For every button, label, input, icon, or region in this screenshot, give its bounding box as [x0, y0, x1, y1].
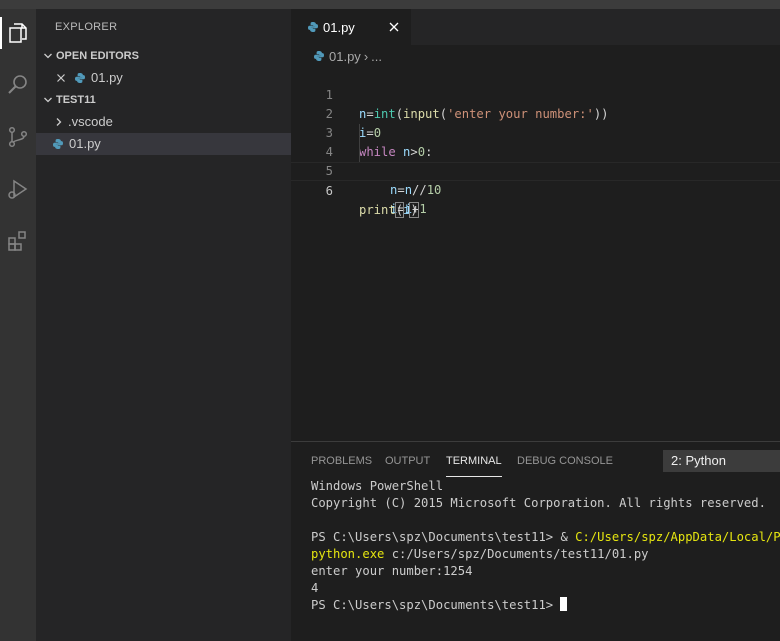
explorer-sidebar: EXPLORER OPEN EDITORS 01.py TEST11 .vsco…	[36, 9, 291, 641]
folder-header[interactable]: TEST11	[36, 89, 291, 111]
line-number: 6	[325, 184, 333, 198]
python-file-icon	[72, 70, 88, 86]
breadcrumb: 01.py › ...	[291, 45, 780, 67]
code-line[interactable]: 1 n=int(input('enter your number:'))	[291, 67, 780, 121]
indent-guide	[359, 124, 360, 143]
panel-tab-bar: PROBLEMS OUTPUT TERMINAL DEBUG CONSOLE 2…	[291, 442, 780, 477]
code-line[interactable]: 3 while n>0:	[291, 105, 780, 159]
vscode-window: EXPLORER OPEN EDITORS 01.py TEST11 .vsco…	[0, 0, 780, 641]
editor-tab-bar: 01.py	[291, 9, 780, 45]
code-line[interactable]: 5 i=i+1	[291, 143, 780, 216]
terminal-line: enter your number:1254	[311, 564, 473, 578]
tab-problems[interactable]: PROBLEMS	[311, 442, 372, 477]
title-bar	[0, 0, 780, 9]
code-text: n=n//10	[390, 183, 442, 197]
breadcrumb-file[interactable]: 01.py	[329, 49, 361, 64]
editor-area: 01.py 01.py › ... 1 n=int(input('enter y…	[291, 9, 780, 441]
folder-item-label: .vscode	[68, 114, 113, 129]
terminal-line: 4	[311, 581, 319, 595]
terminal-output[interactable]: Windows PowerShell Copyright (C) 2015 Mi…	[311, 478, 780, 614]
search-icon[interactable]	[0, 67, 36, 103]
open-editor-item[interactable]: 01.py	[36, 67, 291, 89]
code-line[interactable]: 2 i=0	[291, 86, 780, 140]
terminal-line: PS C:\Users\spz\Documents\test11> & C:/U…	[311, 529, 780, 546]
tab-01py[interactable]: 01.py	[291, 9, 411, 45]
tab-label: 01.py	[323, 19, 355, 35]
tab-terminal[interactable]: TERMINAL	[446, 442, 502, 477]
terminal-prompt: PS C:\Users\spz\Documents\test11> &	[311, 530, 576, 544]
run-debug-icon[interactable]	[0, 171, 36, 207]
terminal-line: Copyright (C) 2015 Microsoft Corporation…	[311, 496, 766, 510]
open-editors-label: OPEN EDITORS	[56, 50, 139, 62]
tab-output[interactable]: OUTPUT	[385, 442, 430, 477]
activity-bar	[0, 9, 36, 641]
chevron-down-icon	[40, 51, 56, 61]
python-file-icon	[50, 136, 66, 152]
terminal-command-args: c:/Users/spz/Documents/test11/01.py	[384, 547, 649, 561]
indent-guide	[359, 143, 360, 162]
folder-label: TEST11	[56, 94, 96, 106]
open-editors-header[interactable]: OPEN EDITORS	[36, 45, 291, 67]
folder-item-vscode[interactable]: .vscode	[36, 111, 291, 133]
chevron-right-icon	[54, 117, 64, 127]
terminal-select[interactable]: 2: Python	[663, 450, 780, 472]
explorer-title: EXPLORER	[55, 21, 118, 33]
open-editor-filename: 01.py	[91, 70, 123, 85]
close-icon[interactable]	[56, 73, 66, 83]
bottom-panel: PROBLEMS OUTPUT TERMINAL DEBUG CONSOLE 2…	[291, 441, 780, 641]
python-file-icon	[305, 19, 321, 35]
code-line[interactable]: 4 n=n//10	[291, 124, 780, 197]
file-item-label: 01.py	[69, 136, 101, 151]
code-line-current[interactable]: 6 print(i)	[291, 162, 780, 218]
terminal-line: PS C:\Users\spz\Documents\test11>	[311, 597, 780, 614]
python-file-icon	[311, 48, 327, 64]
terminal-cursor	[560, 597, 568, 611]
terminal-line: Windows PowerShell	[311, 479, 444, 493]
code-text: print(i)	[359, 202, 419, 218]
extensions-icon[interactable]	[0, 223, 36, 259]
terminal-command-path: C:/Users/spz/AppData/Local/Prog	[575, 530, 780, 544]
tab-debug-console[interactable]: DEBUG CONSOLE	[517, 442, 613, 477]
source-control-icon[interactable]	[0, 119, 36, 155]
explorer-icon[interactable]	[0, 15, 36, 51]
terminal-command-exe: python.exe	[311, 547, 385, 561]
close-icon[interactable]	[389, 22, 399, 32]
terminal-prompt: PS C:\Users\spz\Documents\test11>	[311, 598, 561, 612]
chevron-down-icon	[40, 95, 56, 105]
terminal-line-empty	[311, 512, 780, 529]
breadcrumb-separator: ›	[363, 48, 369, 64]
terminal-line: python.exe c:/Users/spz/Documents/test11…	[311, 546, 780, 563]
breadcrumb-symbols[interactable]: ...	[371, 49, 382, 64]
file-item-01py[interactable]: 01.py	[36, 133, 291, 155]
